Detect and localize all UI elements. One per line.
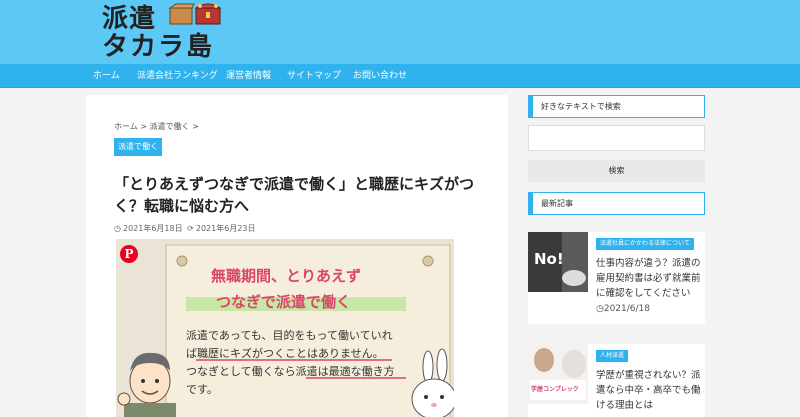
search-input[interactable] [528, 125, 705, 151]
site-header: 派遣 タカラ島 [0, 0, 800, 64]
eyecatch-body-line4: です。 [186, 383, 218, 396]
post-title[interactable]: 学歴が重視されない？派遣なら中卒・高卒でも働ける理由とは [596, 368, 704, 413]
site-logo[interactable]: 派遣 タカラ島 [102, 0, 242, 62]
posted-date: 2021年6月18日 [122, 224, 183, 233]
eyecatch-heading-line1: 無職期間、とりあえず [211, 267, 361, 285]
recent-posts-heading: 最新記事 [528, 192, 705, 215]
eyecatch-body-line2: ば職歴にキズがつくことはありません。 [186, 346, 384, 360]
post-thumbnail: No! [528, 232, 588, 292]
refresh-icon: ⟳ [187, 224, 194, 233]
treasure-chest-icon [168, 3, 222, 25]
search-button[interactable]: 検索 [528, 160, 705, 182]
article-title: 「とりあえずつなぎで派遣で働く」と職歴にキズがつく？転職に悩む方へ [114, 175, 475, 215]
logo-text-line2: タカラ島 [102, 32, 215, 62]
post-thumbnail-text: 学歴コンプレック [531, 385, 579, 393]
global-nav: ホーム 派遣会社ランキング 運営者情報 サイトマップ お問い合わせ [0, 64, 800, 88]
eyecatch-body-line1: 派遣であっても、目的をもって働いていれ [186, 328, 393, 342]
nav-item-ranking[interactable]: 派遣会社ランキング [137, 64, 218, 88]
recent-post-item[interactable]: 学歴コンプレック 人材派遣 学歴が重視されない？派遣なら中卒・高卒でも働ける理由… [528, 344, 705, 417]
post-thumbnail-text: No! [534, 250, 564, 268]
pinterest-icon[interactable]: P [120, 245, 138, 263]
nav-item-sitemap[interactable]: サイトマップ [287, 64, 341, 88]
eyecatch-heading-line2: つなぎで派遣で働く [216, 293, 351, 311]
breadcrumb[interactable]: ホーム > 派遣で働く > [114, 121, 199, 132]
search-widget-heading: 好きなテキストで検索 [528, 95, 705, 118]
post-category-tag[interactable]: 派遣社員にかかわる法律について [596, 238, 694, 250]
category-badge[interactable]: 派遣で働く [114, 138, 162, 156]
post-category-tag[interactable]: 人材派遣 [596, 350, 629, 362]
clock-icon: ◷ [596, 304, 604, 314]
article-main: ホーム > 派遣で働く > 派遣で働く 「とりあえずつなぎで派遣で働く」と職歴に… [86, 95, 508, 417]
recent-post-item[interactable]: No! 派遣社員にかかわる法律について 仕事内容が違う？派遣の雇用契約書は必ず就… [528, 232, 705, 324]
clock-icon: ◷ [114, 224, 121, 233]
post-title[interactable]: 仕事内容が違う？派遣の雇用契約書は必ず就業前に確認をしてください [596, 256, 704, 301]
post-thumbnail: 学歴コンプレック [528, 344, 588, 404]
eyecatch-body-line3: つなぎとして働くなら派遣は最適な働き方 [186, 364, 395, 378]
eyecatch-image: 無職期間、とりあえず つなぎで派遣で働く 派遣であっても、目的をもって働いていれ… [116, 239, 454, 417]
nav-item-about[interactable]: 運営者情報 [226, 64, 271, 88]
post-date: ◷2021/6/18 [596, 304, 651, 314]
nav-item-contact[interactable]: お問い合わせ [353, 64, 407, 88]
nav-item-home[interactable]: ホーム [93, 64, 120, 88]
updated-date: 2021年6月23日 [195, 224, 256, 233]
article-dates: ◷ 2021年6月18日 ⟳ 2021年6月23日 [114, 223, 258, 234]
